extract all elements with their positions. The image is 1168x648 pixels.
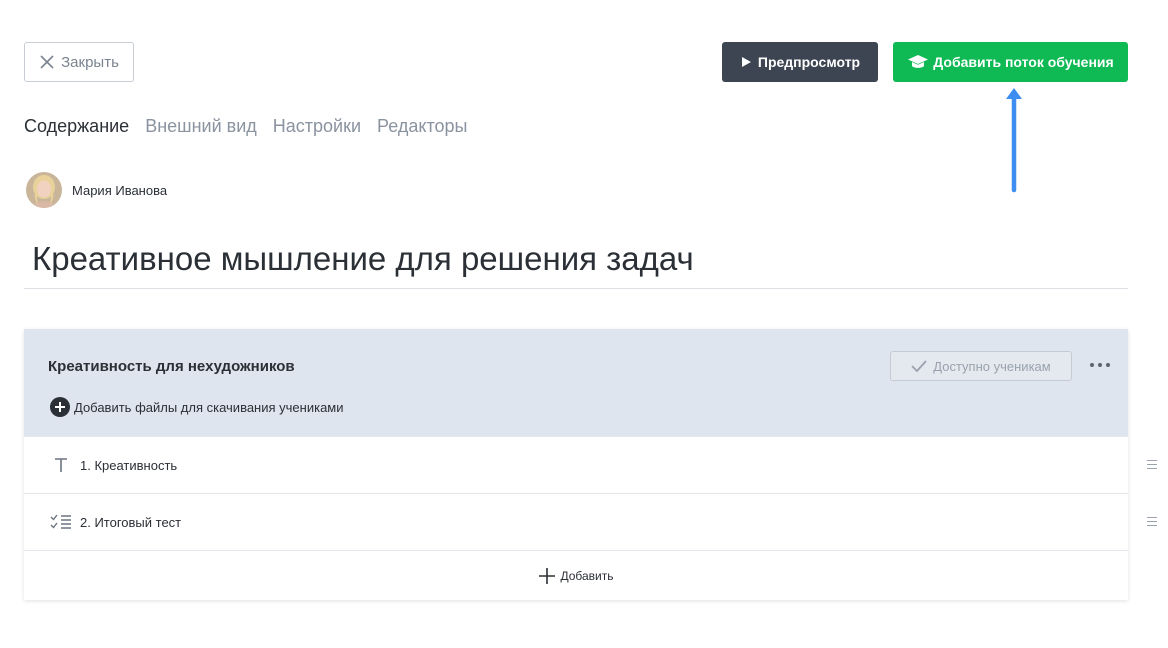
module-title[interactable]: Креативность для нехудожников (48, 358, 295, 375)
tab-settings[interactable]: Настройки (273, 116, 361, 137)
text-icon (50, 454, 72, 476)
drag-handle-icon[interactable] (1147, 460, 1157, 469)
preview-button-label: Предпросмотр (757, 54, 861, 70)
checklist-icon (50, 511, 72, 533)
course-title[interactable]: Креативное мышление для решения задач (32, 240, 694, 278)
plus-icon (539, 567, 556, 584)
close-button[interactable]: Закрыть (24, 42, 134, 82)
avatar-image (26, 172, 62, 208)
title-divider (24, 288, 1128, 289)
tab-appearance[interactable]: Внешний вид (145, 116, 257, 137)
author-info: Мария Иванова (26, 172, 167, 208)
author-name[interactable]: Мария Иванова (72, 183, 167, 198)
lesson-label: 2. Итоговый тест (80, 514, 182, 530)
play-icon (741, 57, 751, 67)
module-header: Креативность для нехудожников Добавить ф… (24, 329, 1128, 436)
tab-content[interactable]: Содержание (24, 116, 129, 137)
lesson-label: 1. Креативность (80, 457, 178, 473)
tab-editors[interactable]: Редакторы (377, 116, 467, 137)
check-icon (911, 360, 927, 372)
graduation-cap-icon (908, 55, 929, 68)
lesson-row[interactable]: 1. Креативность (24, 436, 1128, 493)
available-to-students-button[interactable]: Доступно ученикам (890, 351, 1072, 381)
tabs-bar: Содержание Внешний вид Настройки Редакто… (24, 116, 467, 137)
add-lesson-button[interactable]: Добавить (24, 550, 1128, 600)
more-options-icon[interactable] (1090, 357, 1110, 373)
lesson-row[interactable]: 2. Итоговый тест (24, 493, 1128, 550)
add-lesson-label: Добавить (560, 568, 614, 583)
drag-handle-icon[interactable] (1147, 517, 1157, 526)
close-button-label: Закрыть (61, 53, 119, 71)
add-learning-flow-label: Добавить поток обучения (933, 54, 1114, 70)
annotation-arrow-icon (1006, 88, 1022, 193)
add-learning-flow-button[interactable]: Добавить поток обучения (893, 42, 1128, 82)
available-to-students-label: Доступно ученикам (933, 358, 1051, 374)
close-icon (40, 55, 54, 69)
add-files-link[interactable]: Добавить файлы для скачивания учениками (50, 397, 344, 417)
module-card: Креативность для нехудожников Добавить ф… (24, 329, 1128, 600)
plus-circle-icon (50, 397, 70, 417)
add-files-label: Добавить файлы для скачивания учениками (74, 399, 344, 415)
preview-button[interactable]: Предпросмотр (722, 42, 878, 82)
avatar[interactable] (26, 172, 62, 208)
